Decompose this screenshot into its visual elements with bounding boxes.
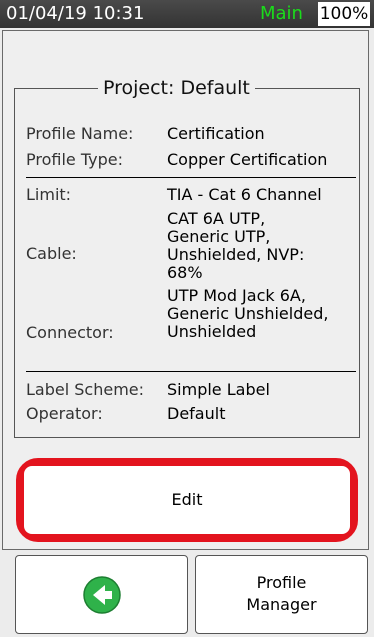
- label-scheme-label: Label Scheme:: [26, 380, 145, 399]
- status-mode: Main: [260, 3, 303, 24]
- cable-value-line: Generic UTP,: [167, 227, 271, 246]
- profile-manager-label: Profile Manager: [246, 573, 317, 614]
- cable-value-line: 68%: [167, 263, 203, 282]
- status-bar: 01/04/19 10:31 Main 100%: [0, 0, 374, 28]
- connector-value-line: Unshielded: [167, 322, 257, 341]
- profile-name-value: Certification: [167, 124, 265, 143]
- divider: [26, 371, 356, 372]
- status-datetime: 01/04/19 10:31: [6, 3, 145, 24]
- operator-label: Operator:: [26, 404, 103, 423]
- divider: [26, 177, 356, 178]
- profile-type-label: Profile Type:: [26, 150, 123, 169]
- profile-name-label: Profile Name:: [26, 124, 134, 143]
- project-title: Project: Default: [98, 74, 255, 102]
- screen: 01/04/19 10:31 Main 100% Project: Defaul…: [0, 0, 374, 637]
- connector-value-line: UTP Mod Jack 6A,: [167, 286, 306, 305]
- label-scheme-value: Simple Label: [167, 380, 270, 399]
- cable-value-line: CAT 6A UTP,: [167, 209, 266, 228]
- limit-label: Limit:: [26, 185, 72, 204]
- connector-label: Connector:: [26, 323, 114, 342]
- limit-value: TIA - Cat 6 Channel: [167, 185, 322, 204]
- profile-manager-button[interactable]: Profile Manager: [195, 555, 368, 634]
- operator-value: Default: [167, 404, 226, 423]
- back-arrow-icon: [83, 576, 121, 614]
- profile-type-value: Copper Certification: [167, 150, 328, 169]
- connector-value-line: Generic Unshielded,: [167, 304, 329, 323]
- edit-button[interactable]: Edit: [24, 466, 350, 534]
- cable-label: Cable:: [26, 244, 77, 263]
- battery-level: 100%: [318, 2, 370, 26]
- back-button[interactable]: [15, 555, 188, 634]
- cable-value-line: Unshielded, NVP:: [167, 245, 305, 264]
